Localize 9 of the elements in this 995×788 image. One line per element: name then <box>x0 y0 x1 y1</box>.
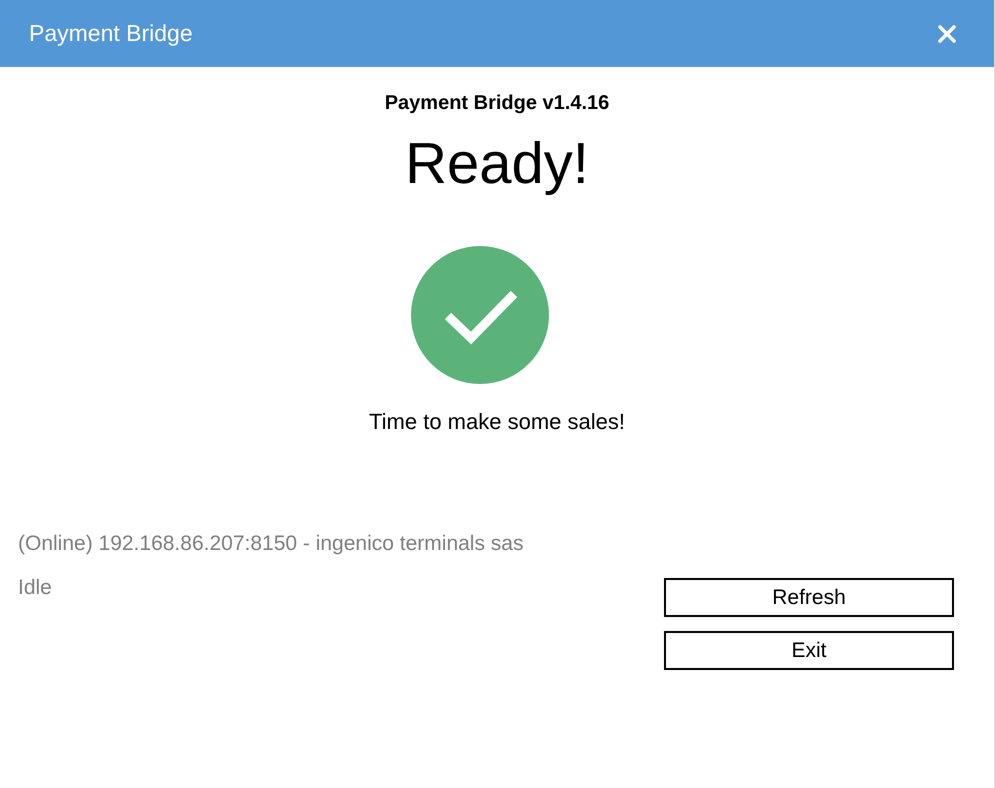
status-message: Time to make some sales! <box>369 409 625 435</box>
status-heading: Ready! <box>405 130 589 198</box>
close-icon[interactable] <box>937 24 957 44</box>
state-label: Idle <box>18 575 53 601</box>
exit-button[interactable]: Exit <box>664 631 954 670</box>
version-label: Payment Bridge v1.4.16 <box>384 92 610 115</box>
window-title: Payment Bridge <box>29 20 193 47</box>
refresh-button[interactable]: Refresh <box>664 578 954 617</box>
connection-info: (Online) 192.168.86.207:8150 - ingenico terminals sas <box>18 531 524 557</box>
